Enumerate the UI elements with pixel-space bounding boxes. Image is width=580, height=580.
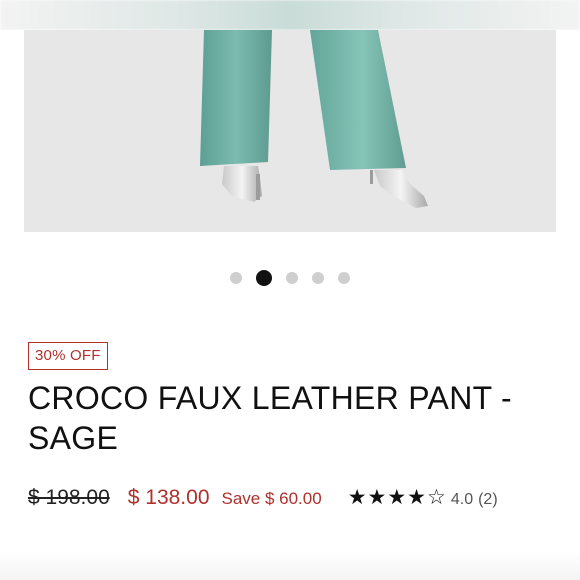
price-row: $ 198.00 $ 138.00 Save $ 60.00 ★★★★☆ 4.0…: [28, 485, 568, 510]
bottom-fade: [0, 550, 580, 580]
product-gallery[interactable]: [0, 30, 580, 232]
savings-label: Save $ 60.00: [221, 489, 322, 508]
review-count-link[interactable]: (2): [478, 491, 498, 509]
gallery-dot-2-active[interactable]: [256, 270, 272, 286]
product-image[interactable]: [24, 30, 556, 232]
gallery-dot-5[interactable]: [338, 272, 350, 284]
rating-stars-icon[interactable]: ★★★★☆: [348, 485, 447, 510]
top-image-blur: [0, 0, 580, 30]
gallery-dot-3[interactable]: [286, 272, 298, 284]
discount-badge: 30% OFF: [28, 342, 108, 370]
gallery-dot-4[interactable]: [312, 272, 324, 284]
sale-price: $ 138.00: [127, 486, 210, 509]
rating-value: 4.0: [450, 491, 474, 508]
pants-illustration: [24, 30, 556, 232]
product-title: CROCO FAUX LEATHER PANT - SAGE: [28, 380, 513, 456]
gallery-dot-1[interactable]: [230, 272, 242, 284]
original-price: $ 198.00: [28, 486, 110, 509]
gallery-pagination: [0, 270, 580, 286]
